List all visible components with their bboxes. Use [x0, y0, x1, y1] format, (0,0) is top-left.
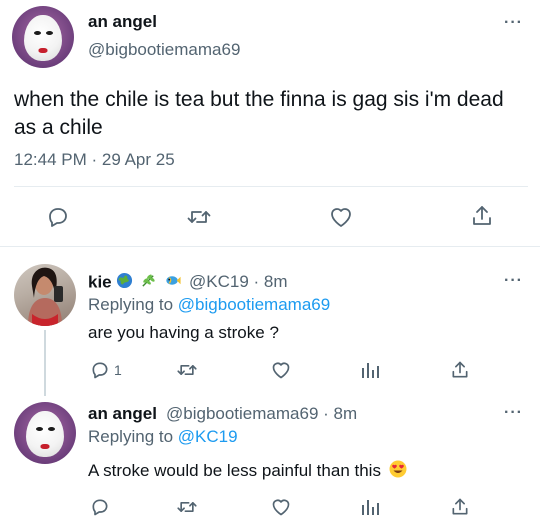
reply-icon	[92, 362, 108, 379]
divider	[14, 186, 528, 187]
reply-author-name[interactable]: kie	[88, 272, 182, 294]
tweet-timestamp[interactable]: 12:44 PM · 29 Apr 25	[14, 150, 175, 170]
share-button[interactable]	[470, 204, 494, 228]
herb-emoji-icon	[140, 272, 157, 294]
divider	[0, 246, 540, 247]
analytics-button[interactable]	[360, 360, 380, 380]
share-icon	[452, 361, 468, 378]
share-button[interactable]	[450, 360, 470, 380]
tweet-text: when the chile is tea but the finna is g…	[14, 88, 504, 139]
avatar-face	[26, 411, 64, 458]
globe-emoji-icon	[116, 272, 133, 294]
reply-handle[interactable]: @KC19 · 8m	[189, 272, 288, 292]
like-button[interactable]	[270, 497, 292, 517]
avatar-photo	[28, 267, 63, 326]
analytics-icon	[362, 363, 379, 378]
more-icon[interactable]: ···	[504, 14, 523, 32]
analytics-icon	[362, 500, 379, 515]
reply-button[interactable]	[46, 205, 70, 229]
retweet-icon	[187, 211, 211, 223]
reply-count: 1	[114, 362, 122, 378]
reply-text: A stroke would be less painful than this	[88, 460, 407, 483]
reply-handle[interactable]: @bigbootiemama69 · 8m	[166, 404, 357, 424]
avatar[interactable]	[14, 264, 76, 326]
thread-line	[44, 330, 46, 396]
retweet-button[interactable]	[186, 205, 212, 229]
heart-icon	[331, 208, 351, 227]
mention-link[interactable]: @bigbootiemama69	[178, 295, 330, 314]
reply-text: are you having a stroke ?	[88, 323, 279, 342]
avatar-face	[24, 15, 62, 62]
retweet-icon	[177, 502, 197, 512]
retweet-button[interactable]	[176, 360, 198, 380]
more-icon[interactable]: ···	[504, 272, 523, 290]
avatar[interactable]	[14, 402, 76, 464]
replying-to-line: Replying to @bigbootiemama69	[88, 295, 331, 314]
heart-icon	[272, 362, 290, 379]
analytics-button[interactable]	[360, 497, 380, 517]
reply-author-name[interactable]: an angel	[88, 404, 157, 424]
retweet-icon	[177, 365, 197, 375]
avatar[interactable]	[12, 6, 74, 68]
mention-link[interactable]: @KC19	[178, 427, 238, 446]
like-button[interactable]	[270, 360, 292, 380]
share-icon	[452, 498, 468, 515]
reply-icon	[49, 208, 67, 227]
reply-button[interactable]	[90, 497, 110, 517]
retweet-button[interactable]	[176, 497, 198, 517]
like-button[interactable]	[328, 205, 354, 229]
reply-icon	[92, 499, 108, 516]
author-handle[interactable]: @bigbootiemama69	[88, 40, 240, 60]
more-icon[interactable]: ···	[504, 404, 523, 422]
heart-eyes-emoji-icon	[389, 460, 407, 483]
reply-button[interactable]: 1	[90, 360, 122, 380]
heart-icon	[272, 499, 290, 516]
author-name[interactable]: an angel	[88, 12, 157, 32]
fish-emoji-icon	[164, 272, 182, 294]
share-icon	[473, 206, 491, 225]
replying-to-line: Replying to @KC19	[88, 427, 238, 446]
share-button[interactable]	[450, 497, 470, 517]
